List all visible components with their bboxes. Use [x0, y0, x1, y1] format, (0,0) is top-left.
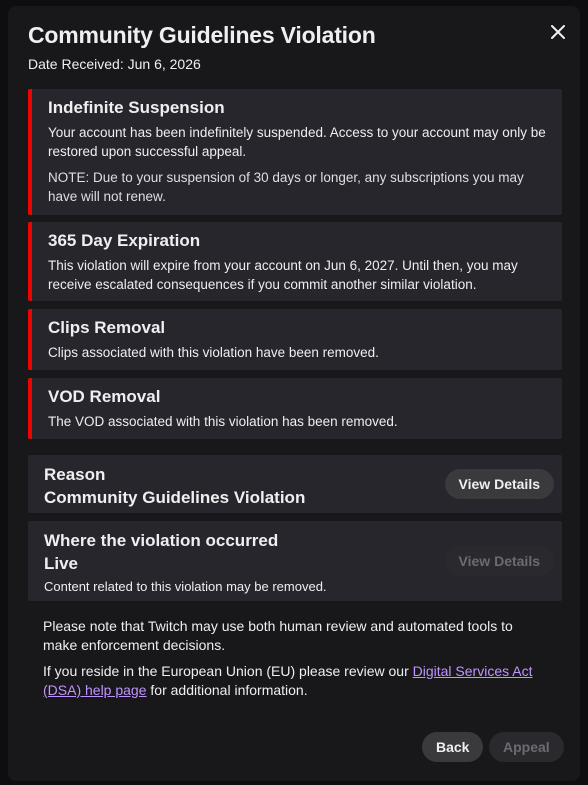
penalty-card-vod-removal: VOD Removal The VOD associated with this… — [28, 378, 562, 439]
penalty-text: Your account has been indefinitely suspe… — [48, 125, 546, 159]
penalty-text: Clips associated with this violation hav… — [48, 345, 379, 360]
penalty-card-expiration: 365 Day Expiration This violation will e… — [28, 222, 562, 301]
location-card: Where the violation occurred Live Conten… — [28, 521, 562, 601]
penalty-title: VOD Removal — [48, 387, 161, 406]
enforcement-note: Please note that Twitch may use both hum… — [43, 618, 513, 653]
modal-title: Community Guidelines Violation — [28, 22, 376, 48]
penalty-title: 365 Day Expiration — [48, 231, 201, 250]
close-button[interactable] — [546, 20, 570, 44]
penalty-text: This violation will expire from your acc… — [48, 258, 518, 292]
penalty-text: The VOD associated with this violation h… — [48, 414, 398, 429]
appeal-button[interactable]: Appeal — [489, 732, 564, 762]
penalty-card-clips-removal: Clips Removal Clips associated with this… — [28, 309, 562, 370]
back-button[interactable]: Back — [422, 732, 484, 762]
reason-view-details-button[interactable]: View Details — [444, 469, 554, 499]
penalty-note: NOTE: Due to your suspension of 30 days … — [48, 170, 524, 204]
penalty-card-indefinite-suspension: Indefinite Suspension Your account has b… — [28, 89, 562, 215]
violation-modal: Community Guidelines Violation Date Rece… — [8, 6, 580, 781]
date-received: Date Received: Jun 6, 2026 — [28, 56, 201, 72]
penalty-title: Clips Removal — [48, 318, 166, 337]
eu-notice-prefix: If you reside in the European Union (EU)… — [43, 663, 413, 679]
penalty-title: Indefinite Suspension — [48, 98, 225, 117]
eu-notice: If you reside in the European Union (EU)… — [43, 662, 548, 700]
close-icon — [551, 25, 565, 39]
eu-notice-suffix: for additional information. — [146, 682, 308, 698]
location-view-details-button[interactable]: View Details — [444, 546, 554, 576]
location-subtext: Content related to this violation may be… — [44, 579, 327, 594]
reason-card: Reason Community Guidelines Violation Vi… — [28, 455, 562, 513]
